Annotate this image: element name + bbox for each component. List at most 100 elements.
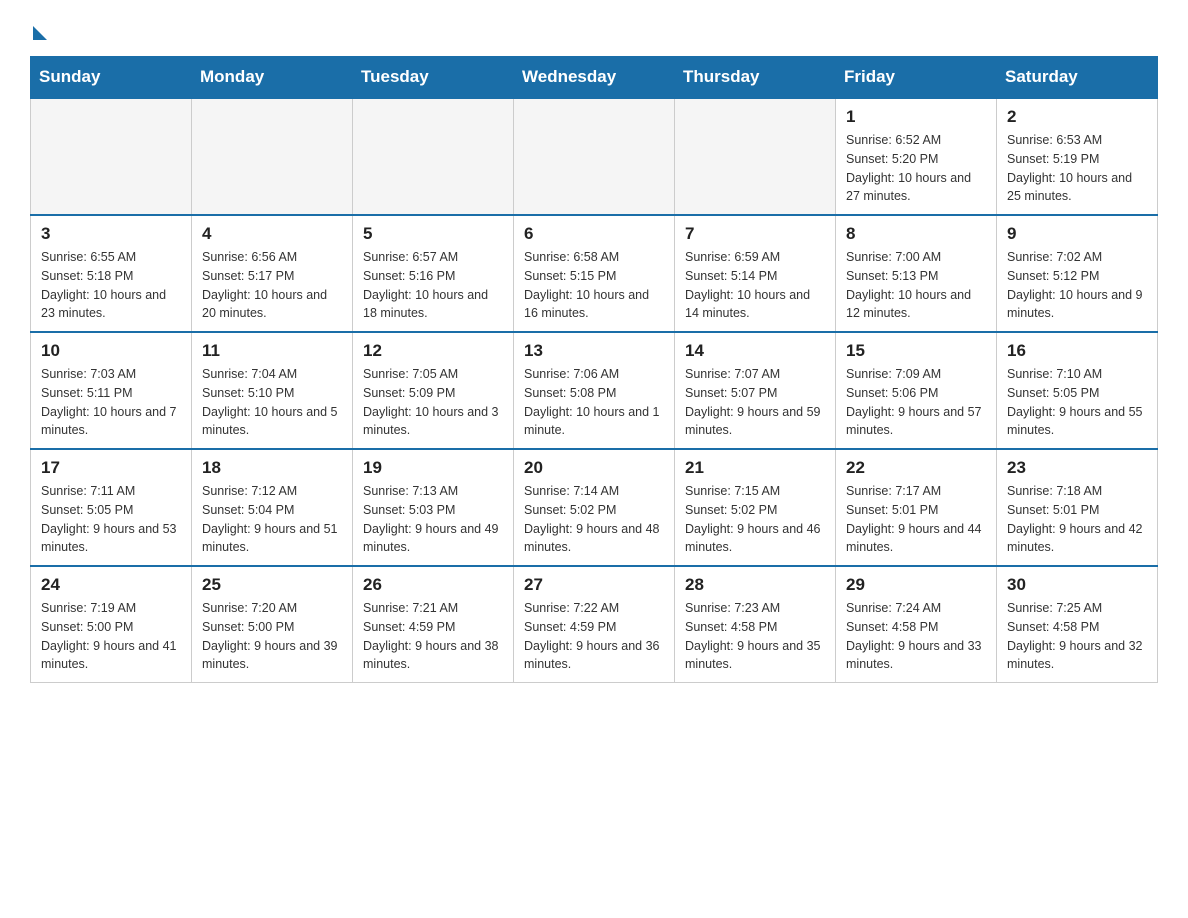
calendar-day-cell: 7 Sunrise: 6:59 AM Sunset: 5:14 PM Daylig… [675,215,836,332]
day-number: 27 [524,575,664,595]
page-header [30,20,1158,36]
day-of-week-header: Sunday [31,57,192,99]
day-number: 22 [846,458,986,478]
calendar-day-cell: 16 Sunrise: 7:10 AM Sunset: 5:05 PM Dayli… [997,332,1158,449]
day-info: Sunrise: 7:20 AM Sunset: 5:00 PM Dayligh… [202,599,342,674]
calendar-day-cell [192,98,353,215]
day-info: Sunrise: 7:19 AM Sunset: 5:00 PM Dayligh… [41,599,181,674]
day-number: 4 [202,224,342,244]
day-number: 18 [202,458,342,478]
day-number: 12 [363,341,503,361]
calendar-day-cell [31,98,192,215]
day-info: Sunrise: 7:18 AM Sunset: 5:01 PM Dayligh… [1007,482,1147,557]
calendar-day-cell: 9 Sunrise: 7:02 AM Sunset: 5:12 PM Daylig… [997,215,1158,332]
day-info: Sunrise: 6:57 AM Sunset: 5:16 PM Dayligh… [363,248,503,323]
day-info: Sunrise: 7:00 AM Sunset: 5:13 PM Dayligh… [846,248,986,323]
calendar-day-cell: 25 Sunrise: 7:20 AM Sunset: 5:00 PM Dayli… [192,566,353,683]
day-info: Sunrise: 6:53 AM Sunset: 5:19 PM Dayligh… [1007,131,1147,206]
logo [30,20,47,36]
day-info: Sunrise: 7:02 AM Sunset: 5:12 PM Dayligh… [1007,248,1147,323]
calendar-day-cell [514,98,675,215]
calendar-day-cell [675,98,836,215]
calendar-day-cell: 19 Sunrise: 7:13 AM Sunset: 5:03 PM Dayli… [353,449,514,566]
day-number: 29 [846,575,986,595]
calendar-day-cell: 4 Sunrise: 6:56 AM Sunset: 5:17 PM Daylig… [192,215,353,332]
day-number: 9 [1007,224,1147,244]
day-number: 6 [524,224,664,244]
calendar-day-cell: 2 Sunrise: 6:53 AM Sunset: 5:19 PM Daylig… [997,98,1158,215]
day-info: Sunrise: 6:52 AM Sunset: 5:20 PM Dayligh… [846,131,986,206]
calendar-day-cell: 17 Sunrise: 7:11 AM Sunset: 5:05 PM Dayli… [31,449,192,566]
day-number: 26 [363,575,503,595]
calendar-day-cell: 30 Sunrise: 7:25 AM Sunset: 4:58 PM Dayli… [997,566,1158,683]
day-info: Sunrise: 6:58 AM Sunset: 5:15 PM Dayligh… [524,248,664,323]
day-number: 19 [363,458,503,478]
calendar-day-cell: 15 Sunrise: 7:09 AM Sunset: 5:06 PM Dayli… [836,332,997,449]
day-info: Sunrise: 7:24 AM Sunset: 4:58 PM Dayligh… [846,599,986,674]
calendar-day-cell: 29 Sunrise: 7:24 AM Sunset: 4:58 PM Dayli… [836,566,997,683]
day-info: Sunrise: 7:23 AM Sunset: 4:58 PM Dayligh… [685,599,825,674]
calendar-day-cell: 12 Sunrise: 7:05 AM Sunset: 5:09 PM Dayli… [353,332,514,449]
day-of-week-header: Friday [836,57,997,99]
day-info: Sunrise: 6:55 AM Sunset: 5:18 PM Dayligh… [41,248,181,323]
day-info: Sunrise: 7:21 AM Sunset: 4:59 PM Dayligh… [363,599,503,674]
day-number: 21 [685,458,825,478]
calendar-day-cell: 26 Sunrise: 7:21 AM Sunset: 4:59 PM Dayli… [353,566,514,683]
day-info: Sunrise: 7:03 AM Sunset: 5:11 PM Dayligh… [41,365,181,440]
calendar-day-cell: 10 Sunrise: 7:03 AM Sunset: 5:11 PM Dayli… [31,332,192,449]
day-info: Sunrise: 6:59 AM Sunset: 5:14 PM Dayligh… [685,248,825,323]
calendar-week-row: 24 Sunrise: 7:19 AM Sunset: 5:00 PM Dayli… [31,566,1158,683]
calendar-day-cell: 28 Sunrise: 7:23 AM Sunset: 4:58 PM Dayli… [675,566,836,683]
day-info: Sunrise: 7:17 AM Sunset: 5:01 PM Dayligh… [846,482,986,557]
calendar-week-row: 1 Sunrise: 6:52 AM Sunset: 5:20 PM Daylig… [31,98,1158,215]
day-number: 1 [846,107,986,127]
day-info: Sunrise: 7:25 AM Sunset: 4:58 PM Dayligh… [1007,599,1147,674]
calendar-day-cell: 14Sunrise: 7:07 AM Sunset: 5:07 PM Dayli… [675,332,836,449]
day-number: 13 [524,341,664,361]
day-info: Sunrise: 7:13 AM Sunset: 5:03 PM Dayligh… [363,482,503,557]
calendar-day-cell: 20 Sunrise: 7:14 AM Sunset: 5:02 PM Dayli… [514,449,675,566]
day-number: 15 [846,341,986,361]
day-number: 20 [524,458,664,478]
calendar-day-cell: 11 Sunrise: 7:04 AM Sunset: 5:10 PM Dayli… [192,332,353,449]
day-info: Sunrise: 7:09 AM Sunset: 5:06 PM Dayligh… [846,365,986,440]
day-number: 10 [41,341,181,361]
calendar-header-row: SundayMondayTuesdayWednesdayThursdayFrid… [31,57,1158,99]
calendar-day-cell: 27 Sunrise: 7:22 AM Sunset: 4:59 PM Dayli… [514,566,675,683]
day-info: Sunrise: 7:22 AM Sunset: 4:59 PM Dayligh… [524,599,664,674]
day-info: Sunrise: 7:12 AM Sunset: 5:04 PM Dayligh… [202,482,342,557]
day-of-week-header: Wednesday [514,57,675,99]
calendar-day-cell: 21Sunrise: 7:15 AM Sunset: 5:02 PM Dayli… [675,449,836,566]
day-number: 25 [202,575,342,595]
day-info: Sunrise: 7:04 AM Sunset: 5:10 PM Dayligh… [202,365,342,440]
calendar-day-cell: 24 Sunrise: 7:19 AM Sunset: 5:00 PM Dayli… [31,566,192,683]
calendar-week-row: 3Sunrise: 6:55 AM Sunset: 5:18 PM Daylig… [31,215,1158,332]
day-info: Sunrise: 7:11 AM Sunset: 5:05 PM Dayligh… [41,482,181,557]
calendar-day-cell [353,98,514,215]
day-number: 30 [1007,575,1147,595]
day-number: 23 [1007,458,1147,478]
calendar-day-cell: 22 Sunrise: 7:17 AM Sunset: 5:01 PM Dayli… [836,449,997,566]
day-number: 8 [846,224,986,244]
day-number: 2 [1007,107,1147,127]
day-number: 16 [1007,341,1147,361]
day-number: 17 [41,458,181,478]
day-number: 5 [363,224,503,244]
day-info: Sunrise: 7:05 AM Sunset: 5:09 PM Dayligh… [363,365,503,440]
calendar-day-cell: 3Sunrise: 6:55 AM Sunset: 5:18 PM Daylig… [31,215,192,332]
day-info: Sunrise: 7:14 AM Sunset: 5:02 PM Dayligh… [524,482,664,557]
calendar-week-row: 17 Sunrise: 7:11 AM Sunset: 5:05 PM Dayli… [31,449,1158,566]
calendar-day-cell: 5 Sunrise: 6:57 AM Sunset: 5:16 PM Daylig… [353,215,514,332]
calendar-day-cell: 6 Sunrise: 6:58 AM Sunset: 5:15 PM Daylig… [514,215,675,332]
day-number: 7 [685,224,825,244]
day-of-week-header: Saturday [997,57,1158,99]
day-number: 24 [41,575,181,595]
day-number: 11 [202,341,342,361]
day-of-week-header: Monday [192,57,353,99]
calendar-day-cell: 8 Sunrise: 7:00 AM Sunset: 5:13 PM Daylig… [836,215,997,332]
day-of-week-header: Thursday [675,57,836,99]
day-info: Sunrise: 7:10 AM Sunset: 5:05 PM Dayligh… [1007,365,1147,440]
day-number: 28 [685,575,825,595]
day-info: Sunrise: 6:56 AM Sunset: 5:17 PM Dayligh… [202,248,342,323]
calendar-week-row: 10 Sunrise: 7:03 AM Sunset: 5:11 PM Dayli… [31,332,1158,449]
